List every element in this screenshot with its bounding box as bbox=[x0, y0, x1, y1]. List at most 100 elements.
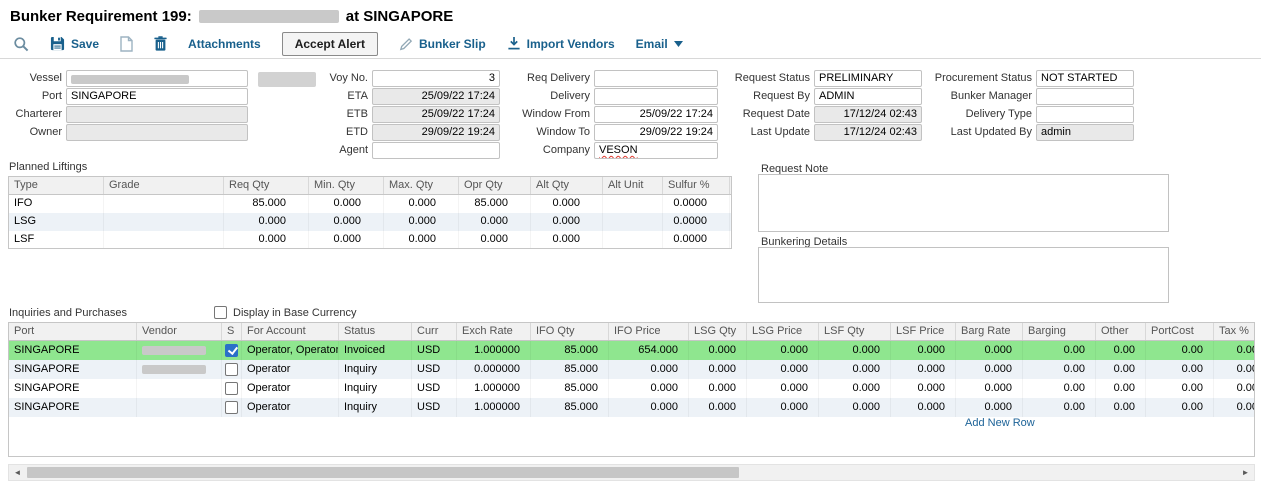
field-vessel[interactable] bbox=[66, 70, 248, 87]
table-row[interactable]: SINGAPOREOperatorInquiryUSD1.00000085.00… bbox=[9, 379, 1254, 398]
cell-vendor[interactable] bbox=[137, 379, 222, 398]
field-request-status[interactable]: PRELIMINARY bbox=[814, 70, 922, 87]
copy-document-button[interactable] bbox=[120, 36, 133, 52]
col-header-grade[interactable]: Grade bbox=[104, 177, 224, 194]
accept-alert-button[interactable]: Accept Alert bbox=[282, 32, 378, 56]
cell-status[interactable]: Inquiry bbox=[339, 379, 412, 398]
col-header-curr[interactable]: Curr bbox=[412, 323, 457, 340]
col-header-sulfur[interactable]: Sulfur % bbox=[663, 177, 730, 194]
cell-lsf-price[interactable]: 0.000 bbox=[891, 398, 956, 417]
cell-other[interactable]: 0.00 bbox=[1096, 398, 1146, 417]
cell-lsg-qty[interactable]: 0.000 bbox=[689, 398, 747, 417]
cell-alt-qty[interactable]: 0.000 bbox=[531, 231, 603, 249]
cell-other[interactable]: 0.00 bbox=[1096, 341, 1146, 360]
cell-exch-rate[interactable]: 1.000000 bbox=[457, 379, 531, 398]
cell-max-qty[interactable]: 0.000 bbox=[384, 231, 459, 249]
cell-vendor[interactable] bbox=[137, 360, 222, 379]
cell-lsf-price[interactable]: 0.000 bbox=[891, 360, 956, 379]
cell-curr[interactable]: USD bbox=[412, 379, 457, 398]
cell-barging[interactable]: 0.00 bbox=[1023, 360, 1096, 379]
cell-lsg-price[interactable]: 0.000 bbox=[747, 341, 819, 360]
cell-status[interactable]: Invoiced bbox=[339, 341, 412, 360]
cell-portcost[interactable]: 0.00 bbox=[1146, 398, 1214, 417]
cell-alt-unit[interactable] bbox=[603, 231, 663, 249]
cell-lsf-price[interactable]: 0.000 bbox=[891, 379, 956, 398]
col-header-type[interactable]: Type bbox=[9, 177, 104, 194]
table-row[interactable]: LSG0.0000.0000.0000.0000.0000.0000 bbox=[9, 213, 731, 231]
cell-min-qty[interactable]: 0.000 bbox=[309, 213, 384, 231]
cell-lsg-price[interactable]: 0.000 bbox=[747, 360, 819, 379]
email-menu-button[interactable]: Email bbox=[636, 37, 683, 51]
cell-lsf-qty[interactable]: 0.000 bbox=[819, 341, 891, 360]
cell-lsg-qty[interactable]: 0.000 bbox=[689, 379, 747, 398]
cell-max-qty[interactable]: 0.000 bbox=[384, 195, 459, 213]
col-header-lsg-qty[interactable]: LSG Qty bbox=[689, 323, 747, 340]
cell-lsg-price[interactable]: 0.000 bbox=[747, 398, 819, 417]
request-note-textarea[interactable] bbox=[758, 174, 1169, 232]
base-currency-checkbox[interactable] bbox=[214, 306, 227, 319]
cell-other[interactable]: 0.00 bbox=[1096, 360, 1146, 379]
cell-req-qty[interactable]: 0.000 bbox=[224, 231, 309, 249]
cell-ifo-price[interactable]: 0.000 bbox=[609, 360, 689, 379]
col-header-port[interactable]: Port bbox=[9, 323, 137, 340]
cell-lsf-price[interactable]: 0.000 bbox=[891, 341, 956, 360]
col-header-req-qty[interactable]: Req Qty bbox=[224, 177, 309, 194]
cell-lsg-qty[interactable]: 0.000 bbox=[689, 360, 747, 379]
cell-lsg-price[interactable]: 0.000 bbox=[747, 379, 819, 398]
cell-opr-qty[interactable]: 0.000 bbox=[459, 231, 531, 249]
cell-lsf-qty[interactable]: 0.000 bbox=[819, 379, 891, 398]
col-header-lsf-qty[interactable]: LSF Qty bbox=[819, 323, 891, 340]
col-header-ifo-qty[interactable]: IFO Qty bbox=[531, 323, 609, 340]
cell-tax[interactable]: 0.00 bbox=[1214, 398, 1255, 417]
search-button[interactable] bbox=[13, 36, 29, 52]
field-window-to[interactable]: 29/09/22 19:24 bbox=[594, 124, 718, 141]
cell-barging[interactable]: 0.00 bbox=[1023, 341, 1096, 360]
cell-grade[interactable] bbox=[104, 231, 224, 249]
cell-vendor[interactable] bbox=[137, 398, 222, 417]
cell-curr[interactable]: USD bbox=[412, 360, 457, 379]
col-header-max-qty[interactable]: Max. Qty bbox=[384, 177, 459, 194]
table-row[interactable]: IFO85.0000.0000.00085.0000.0000.0000 bbox=[9, 195, 731, 213]
cell-barg-rate[interactable]: 0.000 bbox=[956, 379, 1023, 398]
save-button[interactable]: Save bbox=[50, 36, 99, 51]
table-row[interactable]: SINGAPOREOperatorInquiryUSD1.00000085.00… bbox=[9, 398, 1254, 417]
cell-exch-rate[interactable]: 0.000000 bbox=[457, 360, 531, 379]
col-header-vendor[interactable]: Vendor bbox=[137, 323, 222, 340]
field-delivery-type[interactable] bbox=[1036, 106, 1134, 123]
cell-type[interactable]: LSG bbox=[9, 213, 104, 231]
cell-req-qty[interactable]: 85.000 bbox=[224, 195, 309, 213]
cell-tax[interactable]: 0.00 bbox=[1214, 360, 1255, 379]
col-header-alt-qty[interactable]: Alt Qty bbox=[531, 177, 603, 194]
bunkering-details-textarea[interactable] bbox=[758, 247, 1169, 303]
cell-portcost[interactable]: 0.00 bbox=[1146, 341, 1214, 360]
cell-type[interactable]: LSF bbox=[9, 231, 104, 249]
cell-barg-rate[interactable]: 0.000 bbox=[956, 341, 1023, 360]
col-header-other[interactable]: Other bbox=[1096, 323, 1146, 340]
cell-lsf-qty[interactable]: 0.000 bbox=[819, 398, 891, 417]
cell-opr-qty[interactable]: 0.000 bbox=[459, 213, 531, 231]
col-header-portcost[interactable]: PortCost bbox=[1146, 323, 1214, 340]
add-new-row-link[interactable]: Add New Row bbox=[965, 417, 1035, 429]
col-header-opr-qty[interactable]: Opr Qty bbox=[459, 177, 531, 194]
field-procurement-status[interactable]: NOT STARTED bbox=[1036, 70, 1134, 87]
attachments-button[interactable]: Attachments bbox=[188, 37, 261, 51]
field-request-date[interactable]: 17/12/24 02:43 bbox=[814, 106, 922, 123]
cell-status[interactable]: Inquiry bbox=[339, 398, 412, 417]
col-header-alt-unit[interactable]: Alt Unit bbox=[603, 177, 663, 194]
field-owner[interactable] bbox=[66, 124, 248, 141]
field-last-updated-by[interactable]: admin bbox=[1036, 124, 1134, 141]
col-header-status[interactable]: Status bbox=[339, 323, 412, 340]
cell-sulfur[interactable]: 0.0000 bbox=[663, 231, 730, 249]
cell-barg-rate[interactable]: 0.000 bbox=[956, 398, 1023, 417]
table-row[interactable]: LSF0.0000.0000.0000.0000.0000.0000 bbox=[9, 231, 731, 249]
col-header-tax[interactable]: Tax % bbox=[1214, 323, 1255, 340]
cell-ifo-price[interactable]: 654.000 bbox=[609, 341, 689, 360]
cell-sulfur[interactable]: 0.0000 bbox=[663, 195, 730, 213]
cell-min-qty[interactable]: 0.000 bbox=[309, 231, 384, 249]
delete-button[interactable] bbox=[154, 36, 167, 51]
cell-for-account[interactable]: Operator bbox=[242, 398, 339, 417]
cell-s[interactable] bbox=[222, 341, 242, 360]
row-select-checkbox[interactable] bbox=[225, 382, 238, 395]
cell-ifo-price[interactable]: 0.000 bbox=[609, 379, 689, 398]
scroll-right-button[interactable]: ► bbox=[1237, 465, 1254, 480]
